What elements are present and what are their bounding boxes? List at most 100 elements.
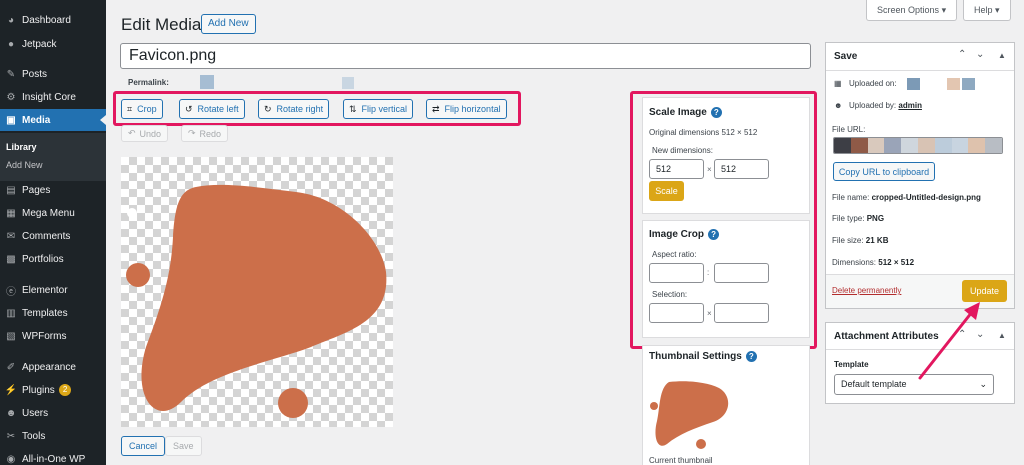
screen-options-tab[interactable]: Screen Options ▾ — [866, 0, 958, 21]
sidebar-item-plugins[interactable]: ⚡ Plugins 2 — [0, 379, 106, 401]
sidebar-item-label: Tools — [22, 430, 46, 442]
sidebar-item-tools[interactable]: ✂ Tools — [0, 425, 106, 447]
file-name-row: File name: cropped-Untitled-design.png — [832, 193, 981, 202]
sidebar-item-label: Media — [22, 114, 51, 126]
redacted-permalink — [342, 77, 354, 89]
file-type-value: PNG — [866, 214, 885, 223]
flip-horizontal-label: Flip horizontal — [444, 104, 501, 114]
sidebar-item-appearance[interactable]: ✐ Appearance — [0, 356, 106, 378]
flip-horizontal-button[interactable]: ⇄ Flip horizontal — [426, 99, 507, 119]
copy-url-button[interactable]: Copy URL to clipboard — [833, 162, 935, 181]
sidebar-item-dashboard[interactable]: ◕ Dashboard — [0, 9, 106, 31]
collapse-toggle-icon[interactable]: ▲ — [998, 331, 1006, 340]
flip-vertical-label: Flip vertical — [361, 104, 408, 114]
plugins-icon: ⚡ — [4, 384, 18, 396]
sidebar-item-label: Dashboard — [22, 14, 71, 26]
insight-icon: ⚙ — [6, 91, 16, 103]
sidebar-item-label: Posts — [22, 68, 48, 80]
sidebar-item-label: Mega Menu — [22, 207, 75, 219]
scale-crop-highlight — [630, 91, 817, 349]
jetpack-icon: ● — [7, 38, 15, 50]
delete-permanently-link[interactable]: Delete permanently — [832, 286, 901, 295]
help-label: Help — [974, 5, 993, 15]
title-input[interactable] — [120, 43, 811, 69]
file-name-value: cropped-Untitled-design.png — [871, 193, 981, 202]
crop-label: Crop — [137, 104, 157, 114]
crop-button[interactable]: ⌗ Crop — [121, 99, 163, 119]
media-submenu: Library Add New — [0, 133, 106, 181]
sidebar-item-posts[interactable]: ✎ Posts — [0, 63, 106, 85]
sidebar-item-label: WPForms — [22, 330, 67, 342]
save-button[interactable]: Save — [165, 436, 202, 456]
blob-dot — [278, 388, 308, 418]
appearance-icon: ✐ — [6, 361, 16, 373]
sidebar-item-label: Appearance — [22, 361, 76, 373]
sidebar-item-jetpack[interactable]: ● Jetpack — [0, 33, 106, 55]
file-type-row: File type: PNG — [832, 214, 884, 223]
plugins-update-badge: 2 — [58, 384, 72, 396]
file-size-label: File size: — [832, 236, 864, 245]
sidebar-item-comments[interactable]: ✉ Comments — [0, 225, 106, 247]
wpforms-icon: ▧ — [6, 330, 16, 342]
sidebar-item-elementor[interactable]: ⓔ Elementor — [0, 279, 106, 301]
caret-down-icon: ▾ — [941, 5, 947, 15]
rotate-right-icon: ↻ — [264, 103, 272, 114]
undo-button[interactable]: ↶ Undo — [121, 125, 169, 142]
help-icon[interactable]: ? — [745, 351, 757, 362]
tools-icon: ✂ — [6, 430, 16, 442]
sidebar-item-label: Jetpack — [22, 38, 57, 50]
elementor-icon: ⓔ — [6, 286, 16, 298]
thumbnail-settings-title: Thumbnail Settings? — [649, 351, 757, 362]
user-icon: ☻ — [834, 101, 843, 110]
move-up-icon[interactable]: ⌃ — [958, 49, 966, 60]
add-new-button[interactable]: Add New — [201, 14, 256, 34]
flip-vertical-icon: ⇅ — [349, 103, 357, 114]
file-url-field[interactable] — [833, 137, 1003, 154]
author-link[interactable]: admin — [898, 101, 922, 110]
sidebar-item-portfolios[interactable]: ▩ Portfolios — [0, 248, 106, 270]
sidebar-item-pages[interactable]: ▤ Pages — [0, 179, 106, 201]
file-url-label: File URL: — [832, 125, 866, 134]
uploaded-by-row: Uploaded by: admin — [849, 101, 922, 110]
save-box-title: Save — [834, 51, 858, 62]
permalink-label: Permalink: — [128, 78, 169, 87]
page-title: Edit Media — [121, 15, 202, 34]
redacted-date — [962, 78, 975, 90]
sidebar-item-label: Portfolios — [22, 253, 64, 265]
submenu-add-new[interactable]: Add New — [0, 156, 106, 174]
collapse-toggle-icon[interactable]: ▲ — [998, 51, 1006, 60]
dimensions-row: Dimensions: 512 × 512 — [832, 258, 914, 267]
divider — [826, 70, 1014, 71]
sidebar-item-label: Users — [22, 407, 49, 419]
move-down-icon[interactable]: ⌄ — [976, 49, 984, 60]
blob-dot — [127, 208, 137, 218]
redacted-date — [947, 78, 960, 90]
cancel-button[interactable]: Cancel — [121, 436, 166, 456]
flip-vertical-button[interactable]: ⇅ Flip vertical — [343, 99, 414, 119]
sidebar-item-insight-core[interactable]: ⚙ Insight Core — [0, 86, 106, 108]
rotate-right-button[interactable]: ↻ Rotate right — [258, 99, 330, 119]
submenu-library[interactable]: Library — [0, 138, 106, 156]
sidebar-item-mega-menu[interactable]: ▦ Mega Menu — [0, 202, 106, 224]
sidebar-item-templates[interactable]: ▥ Templates — [0, 302, 106, 324]
rotate-left-label: Rotate left — [197, 104, 239, 114]
sidebar-item-all-in-one-wp[interactable]: ◉ All-in-One WP — [0, 448, 106, 465]
help-tab[interactable]: Help ▾ — [963, 0, 1011, 21]
rotate-right-label: Rotate right — [276, 104, 324, 114]
sidebar-item-wpforms[interactable]: ▧ WPForms — [0, 325, 106, 347]
pin-icon: ✎ — [6, 68, 16, 80]
redacted-date — [907, 78, 920, 90]
portfolios-icon: ▩ — [6, 253, 16, 265]
calendar-icon: ▦ — [834, 79, 842, 88]
file-size-row: File size: 21 KB — [832, 236, 888, 245]
image-preview[interactable] — [121, 157, 393, 427]
rotate-left-button[interactable]: ↺ Rotate left — [179, 99, 245, 119]
sidebar-item-users[interactable]: ☻ Users — [0, 402, 106, 424]
redo-button[interactable]: ↷ Redo — [181, 125, 229, 142]
uploaded-by-label: Uploaded by: — [849, 101, 897, 110]
media-icon: ▣ — [6, 114, 16, 126]
sidebar-item-media[interactable]: ▣ Media — [0, 109, 106, 131]
flip-horizontal-icon: ⇄ — [432, 103, 440, 114]
admin-sidebar: ◕ Dashboard ● Jetpack ✎ Posts ⚙ Insight Core… — [0, 0, 106, 465]
redacted-permalink — [200, 75, 214, 89]
